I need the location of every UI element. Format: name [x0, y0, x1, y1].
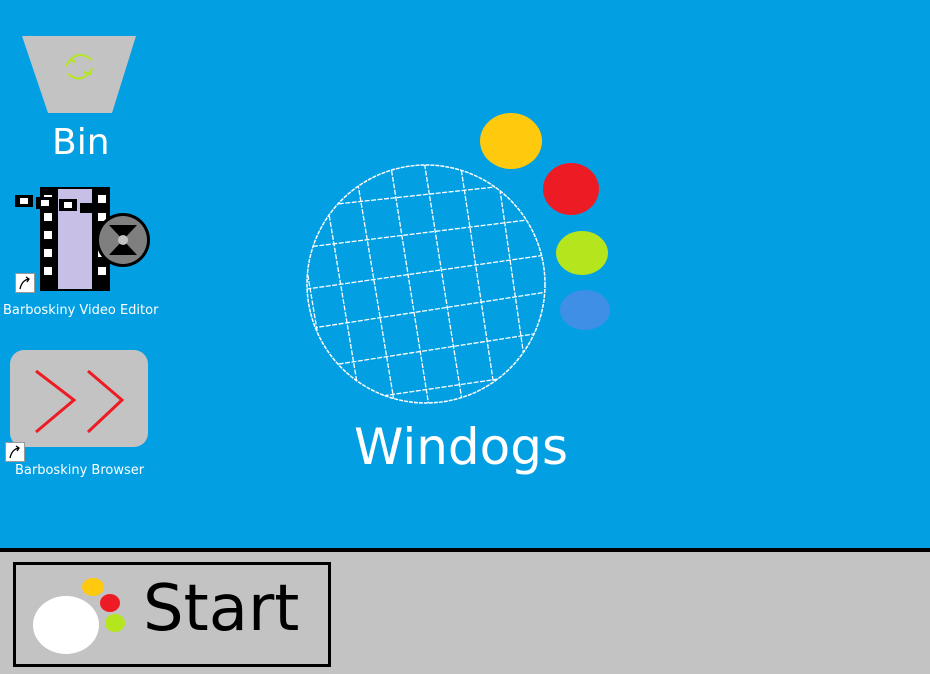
- logo-dot-blue: [560, 290, 610, 330]
- desktop: Bin Barboskiny Video Editor Barboskiny B…: [0, 0, 930, 548]
- desktop-icon-bin[interactable]: [20, 34, 138, 114]
- shortcut-arrow-icon: [5, 442, 25, 462]
- globe-icon: [306, 164, 546, 404]
- bin-label[interactable]: Bin: [52, 122, 110, 163]
- logo-dot-green: [556, 231, 608, 275]
- video-editor-label[interactable]: Barboskiny Video Editor: [3, 303, 158, 318]
- browser-label[interactable]: Barboskiny Browser: [15, 463, 144, 478]
- logo-dot-red: [543, 163, 599, 215]
- recycle-bin-icon: [22, 36, 136, 113]
- shortcut-arrow-icon: [15, 273, 35, 293]
- start-logo-icon: [33, 578, 125, 654]
- fast-forward-icon: [10, 350, 148, 447]
- logo-dot-yellow: [480, 113, 542, 169]
- start-button[interactable]: Start: [13, 562, 331, 667]
- desktop-icon-browser[interactable]: [10, 350, 148, 447]
- logo-text: Windogs: [354, 418, 569, 476]
- windogs-logo: [306, 113, 610, 404]
- start-label: Start: [143, 572, 300, 646]
